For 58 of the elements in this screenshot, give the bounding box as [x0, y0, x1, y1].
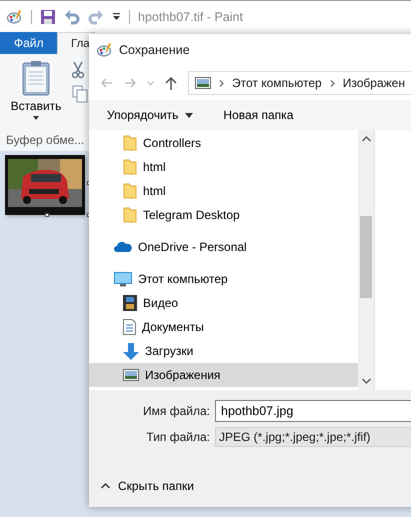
ribbon-group-label: Буфер обме...	[6, 133, 84, 147]
forward-icon[interactable]	[124, 78, 136, 88]
scrollbar[interactable]	[358, 130, 374, 390]
back-icon[interactable]	[101, 78, 113, 88]
nav-item[interactable]: html	[89, 155, 358, 179]
file-type-dropdown[interactable]: JPEG (*.jpg;*.jpeg;*.jpe;*.jfif)	[215, 427, 411, 447]
breadcrumb[interactable]: Изображен	[342, 76, 405, 90]
scroll-up-icon[interactable]	[362, 136, 370, 142]
address-bar[interactable]: Этот компьютер Изображен	[188, 71, 411, 95]
image-icon	[123, 369, 139, 381]
nav-item[interactable]: Этот компьютер	[89, 267, 358, 291]
new-folder-button[interactable]: Новая папка	[213, 104, 304, 126]
folder-icon	[123, 207, 137, 223]
chevron-down-icon[interactable]	[147, 80, 154, 86]
monitor-icon	[114, 272, 132, 286]
window-title: hpothb07.tif - Paint	[138, 10, 243, 24]
clipboard-icon[interactable]	[22, 60, 50, 96]
nav-item[interactable]: Изображения	[89, 363, 358, 387]
nav-item[interactable]: html	[89, 179, 358, 203]
caret-icon[interactable]	[33, 116, 39, 120]
caret-icon	[185, 112, 194, 118]
chevron-right-icon	[219, 80, 224, 86]
nav-item[interactable]: Загрузки	[89, 339, 358, 363]
redo-icon[interactable]	[88, 8, 104, 24]
paste-button[interactable]: Вставить	[10, 99, 62, 113]
chevron-up-icon	[101, 483, 110, 489]
ribbon-tab[interactable]: Файл	[0, 32, 57, 54]
organize-button[interactable]: Упорядочить	[97, 104, 204, 126]
palette-icon	[97, 42, 113, 58]
breadcrumb[interactable]: Этот компьютер	[232, 76, 322, 90]
field-label: Имя файла:	[142, 404, 210, 418]
download-arrow-icon	[123, 342, 139, 360]
scroll-down-icon[interactable]	[362, 378, 370, 384]
undo-icon[interactable]	[64, 8, 80, 24]
nav-item[interactable]: Controllers	[89, 131, 358, 155]
scrollbar-thumb[interactable]	[360, 216, 372, 298]
document-icon	[123, 319, 136, 335]
copy-icon[interactable]	[72, 85, 88, 103]
field-label: Тип файла:	[145, 430, 210, 444]
folder-icon	[123, 135, 137, 151]
file-name-field[interactable]: hpothb07.jpg	[215, 400, 411, 422]
customize-dropdown-icon[interactable]	[112, 12, 121, 21]
up-arrow-icon[interactable]	[165, 76, 177, 90]
nav-item[interactable]: OneDrive - Personal	[89, 235, 358, 259]
hide-folders-button[interactable]: Скрыть папки	[97, 477, 198, 495]
folder-icon	[123, 183, 137, 199]
palette-icon[interactable]	[7, 8, 23, 24]
nav-item[interactable]: Telegram Desktop	[89, 203, 358, 227]
nav-item[interactable]: Документы	[89, 315, 358, 339]
nav-item[interactable]: Видео	[89, 291, 358, 315]
dialog-title: Сохранение	[119, 43, 190, 57]
save-icon[interactable]	[40, 8, 56, 24]
cloud-icon	[114, 241, 132, 253]
film-icon	[123, 295, 137, 311]
chevron-right-icon	[330, 80, 335, 86]
scissors-icon[interactable]	[72, 61, 84, 79]
image-icon	[195, 77, 211, 89]
folder-icon	[123, 159, 137, 175]
